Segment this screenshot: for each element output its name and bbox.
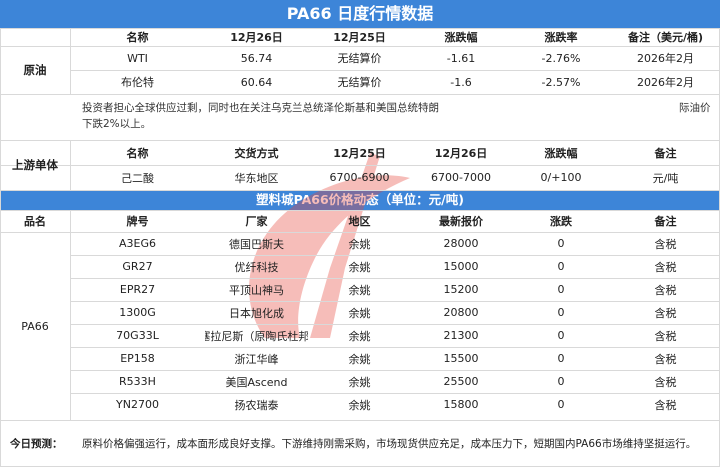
pa66-row-7-grade: R533H [119, 375, 156, 388]
pa66-row-5-maker: 塞拉尼斯（原陶氏杜邦) [205, 329, 308, 343]
pa66-row-3-region: 余姚 [348, 283, 371, 297]
pa66-row-8-region: 余姚 [348, 398, 371, 412]
pa66-row-6-price: 15500 [443, 352, 479, 365]
pa66-header-maker: 厂家 [245, 215, 268, 228]
pa66-row-6-remark: 含税 [654, 352, 677, 366]
upstream-row-dec26: 6700-7000 [431, 171, 491, 184]
pa66-row-6-maker: 浙江华峰 [234, 352, 279, 366]
pa66-row-2-maker: 优纤科技 [234, 260, 279, 274]
upstream-header-delivery: 交货方式 [234, 146, 279, 160]
pa66-row-6-grade: EP158 [120, 352, 155, 365]
upstream-row-name: 己二酸 [121, 171, 154, 185]
crude-label: 原油 [23, 63, 47, 77]
crude-row-wti-name: WTI [127, 51, 148, 65]
upstream-header-dec26: 12月26日 [434, 146, 488, 160]
crude-row-wti-dec25: 无结算价 [337, 52, 382, 65]
pa66-row-1-price: 28000 [443, 237, 479, 250]
crude-row-wti-rate: -2.76% [541, 51, 581, 65]
crude-header-remark: 备注（美元/桶) [627, 31, 704, 44]
pa66-row-3-price: 15200 [443, 283, 479, 296]
pa66-row-2-remark: 含税 [654, 260, 677, 274]
crude-row-wti-dec26: 56.74 [240, 51, 273, 65]
pa66-row-5-region: 余姚 [348, 329, 371, 343]
forecast-text: 原料价格偏强运行，成本面形成良好支撑。下游维持刚需采购，市场现货供应充足，成本压… [82, 438, 697, 450]
pa66-header-grade: 牌号 [126, 215, 149, 228]
pa66-row-2-region: 余姚 [348, 260, 371, 274]
pa66-row-5-price: 21300 [443, 329, 479, 342]
pa66-header-region: 地区 [348, 215, 371, 228]
pa66-row-1-region: 余姚 [348, 237, 371, 251]
pa66-row-1-change: 0 [557, 237, 565, 250]
crude-row-brent-dec25: 无结算价 [337, 76, 382, 89]
section-title: 塑料城PA66价格动态（单位：元/吨) [0, 190, 720, 210]
pa66-row-4-maker: 日本旭化成 [229, 306, 284, 320]
pa66-row-4-grade: 1300G [119, 306, 156, 319]
pa66-row-5-grade: 70G33L [116, 329, 159, 342]
pa66-row-1-remark: 含税 [654, 237, 677, 251]
forecast-label: 今日预测： [10, 438, 63, 450]
crude-row-wti-change: -1.61 [446, 51, 476, 65]
pa66-row-7-remark: 含税 [654, 375, 677, 389]
crude-note-line2: 下跌2%以上。 [82, 118, 152, 130]
upstream-header-dec25: 12月25日 [333, 146, 386, 160]
pa66-row-4-remark: 含税 [654, 306, 677, 320]
pa66-row-5-change: 0 [557, 329, 565, 342]
upstream-row-remark: 元/吨 [652, 171, 679, 185]
pa66-row-8-remark: 含税 [654, 398, 677, 412]
crude-header-dec26: 12月26日 [230, 31, 283, 44]
pa66-header-price: 最新报价 [439, 215, 483, 228]
pa66-row-6-change: 0 [557, 352, 565, 365]
pa66-header-product: 品名 [24, 215, 46, 228]
upstream-row-delivery: 华东地区 [234, 171, 279, 185]
crude-header-name: 名称 [126, 31, 149, 44]
pa66-product-label: PA66 [21, 319, 49, 333]
crude-row-brent-remark: 2026年2月 [637, 76, 694, 89]
pa66-row-3-remark: 含税 [654, 283, 677, 297]
upstream-header-name: 名称 [126, 146, 149, 160]
pa66-row-3-grade: EPR27 [119, 283, 156, 296]
pa66-row-4-region: 余姚 [348, 306, 371, 320]
pa66-header-change: 涨跌 [550, 215, 572, 228]
page-title: PA66 日度行情数据 [0, 0, 720, 28]
crude-header-dec25: 12月25日 [333, 31, 386, 44]
crude-row-brent-dec26: 60.64 [240, 75, 273, 89]
pa66-row-1-grade: A3EG6 [119, 237, 156, 250]
upstream-header-change: 涨跌幅 [544, 146, 578, 160]
crude-note-line1: 投资者担心全球供应过剩，同时也在关注乌克兰总统泽伦斯基和美国总统特朗 [82, 102, 439, 114]
pa66-row-4-price: 20800 [443, 306, 479, 319]
pa66-row-6-region: 余姚 [348, 352, 371, 366]
pa66-row-3-maker: 平顶山神马 [229, 283, 284, 297]
pa66-row-2-grade: GR27 [122, 260, 153, 273]
pa66-header-remark: 备注 [654, 215, 677, 228]
pa66-row-1-maker: 德国巴斯夫 [229, 237, 284, 251]
crude-note-line1-tail: 际油价 [679, 102, 711, 114]
pa66-row-4-change: 0 [557, 306, 565, 319]
crude-row-brent-rate: -2.57% [541, 75, 581, 89]
upstream-row-dec25: 6700-6900 [329, 171, 390, 184]
pa66-row-8-price: 15800 [443, 398, 479, 411]
crude-row-wti-remark: 2026年2月 [637, 52, 694, 65]
upstream-header-remark: 备注 [654, 146, 677, 160]
pa66-row-7-price: 25500 [443, 375, 479, 388]
crude-header-change: 涨跌幅 [444, 31, 478, 44]
pa66-row-3-change: 0 [557, 283, 565, 296]
pa66-row-2-price: 15000 [443, 260, 479, 273]
upstream-label: 上游单体 [12, 158, 58, 172]
pa66-row-5-remark: 含税 [654, 329, 677, 343]
crude-row-brent-change: -1.6 [450, 75, 472, 89]
upstream-row-change: 0/+100 [540, 171, 582, 184]
pa66-row-7-region: 余姚 [348, 375, 371, 389]
pa66-row-7-maker: 美国Ascend [225, 375, 288, 389]
pa66-row-8-change: 0 [557, 398, 565, 411]
pa66-row-8-maker: 扬农瑞泰 [234, 398, 279, 412]
pa66-row-7-change: 0 [557, 375, 565, 388]
pa66-row-8-grade: YN2700 [116, 398, 159, 411]
crude-header-rate: 涨跌率 [544, 31, 578, 44]
pa66-row-2-change: 0 [557, 260, 565, 273]
crude-row-brent-name: 布伦特 [121, 76, 154, 89]
